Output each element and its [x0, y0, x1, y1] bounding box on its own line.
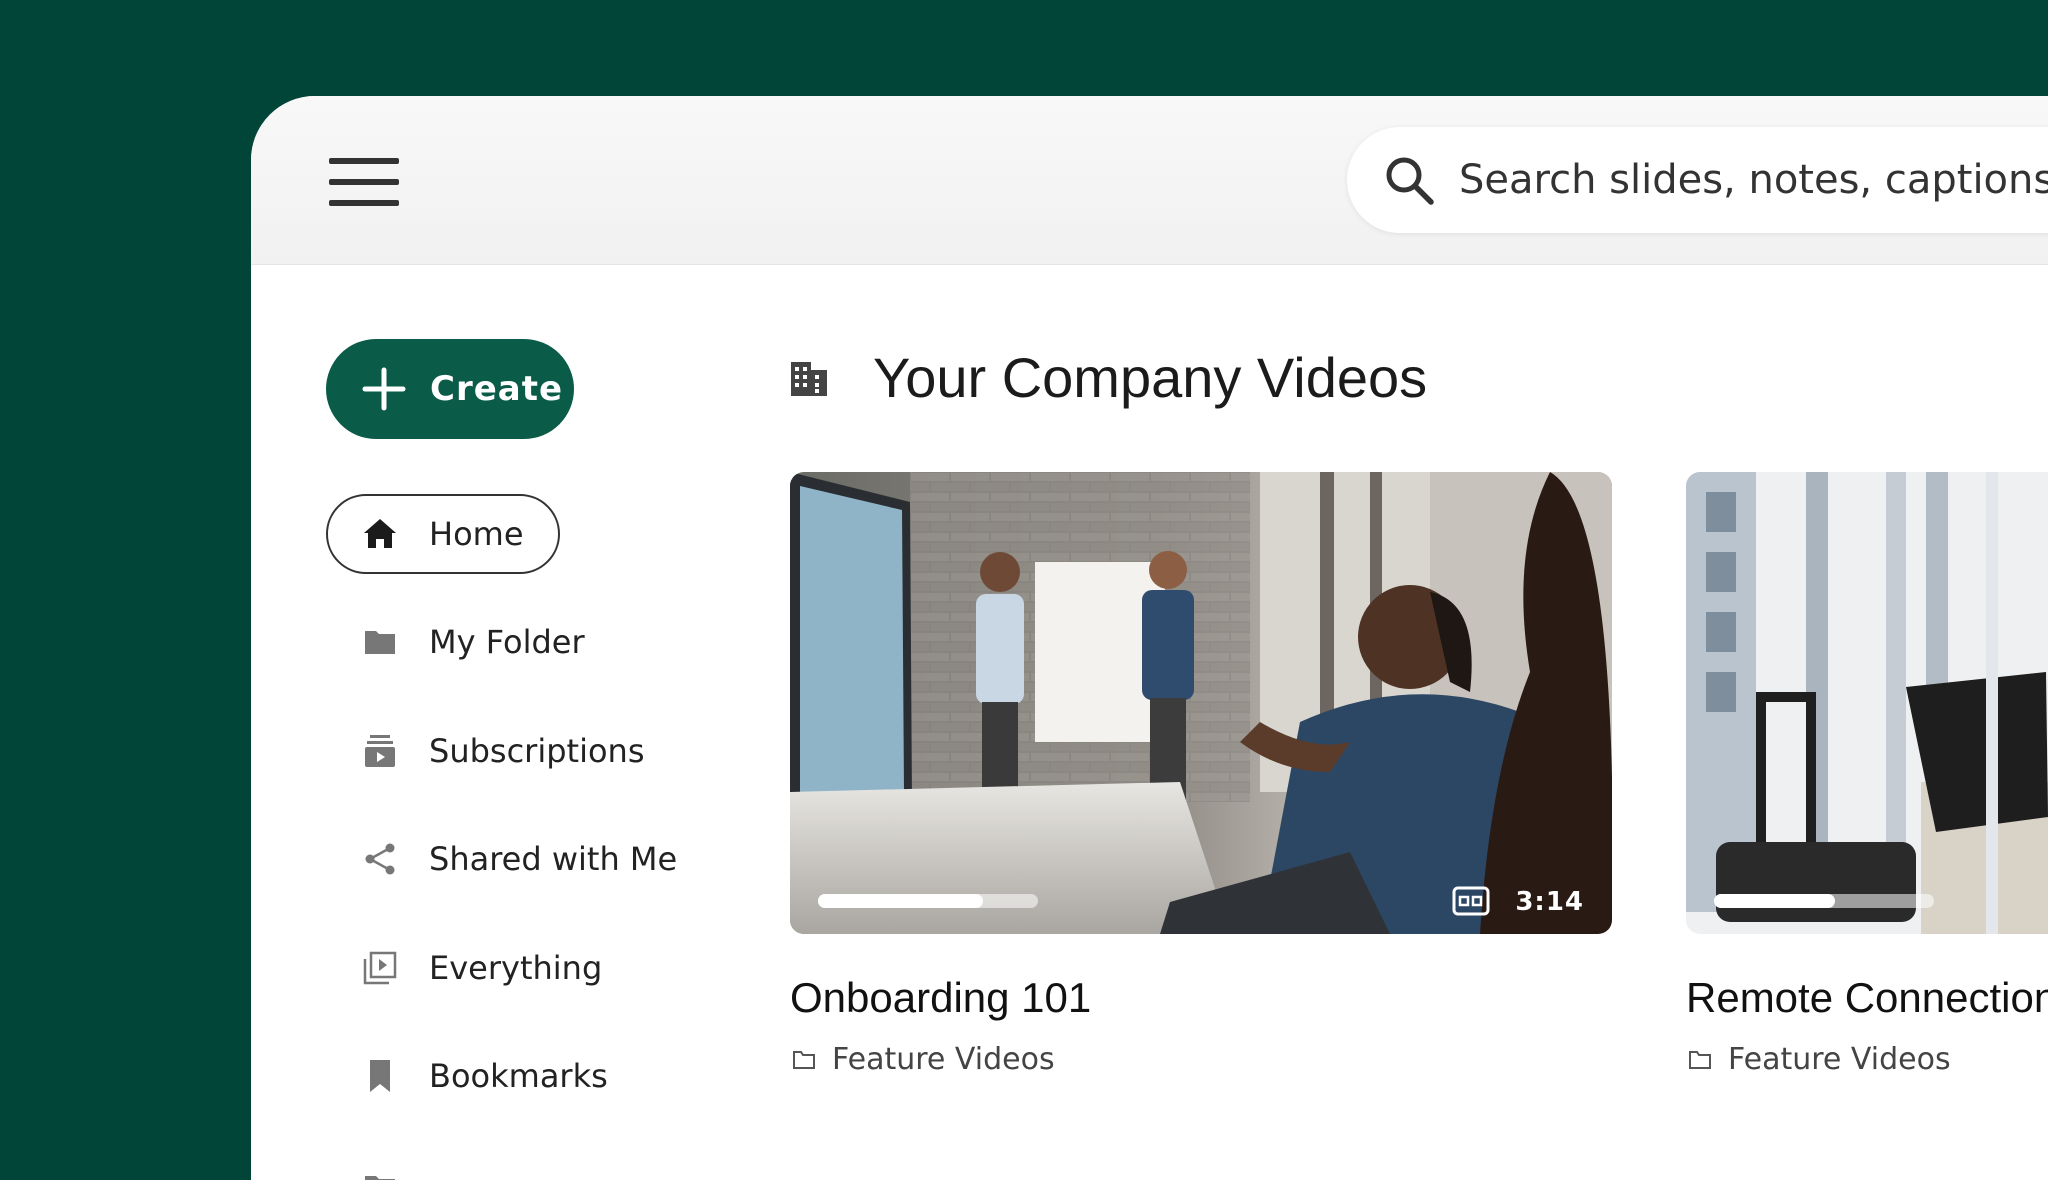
search-input[interactable] [1459, 149, 2048, 211]
share-icon [365, 843, 395, 875]
video-title[interactable]: Remote Connections [1686, 970, 2048, 1026]
video-thumbnail[interactable]: 3:14 [790, 472, 1612, 934]
sidebar-item-label: Shared with Me [429, 840, 678, 878]
section-title: Your Company Videos [873, 346, 1428, 409]
watch-progress-fill [1714, 894, 1835, 908]
top-bar [251, 96, 2048, 265]
search-icon [1386, 157, 1434, 205]
folder-outline-icon [793, 1051, 815, 1069]
video-title[interactable]: Onboarding 101 [790, 970, 1091, 1026]
hamburger-menu-icon[interactable] [329, 158, 399, 206]
watch-progress-bar [818, 894, 1038, 908]
closed-captions-icon [1452, 886, 1490, 916]
folder-label: Feature Videos [1728, 1042, 1951, 1077]
sidebar-item-label: Subscriptions [429, 732, 645, 770]
sidebar-item-bookmarks[interactable]: Bookmarks [326, 1036, 656, 1116]
sidebar-item-label: Bookmarks [429, 1057, 608, 1095]
subscriptions-icon [365, 735, 395, 767]
sidebar-item-partial[interactable] [326, 1144, 656, 1180]
bookmark-icon [370, 1060, 390, 1092]
video-thumbnail[interactable] [1686, 472, 2048, 934]
folder-icon [365, 631, 395, 654]
sidebar-item-label: Everything [429, 949, 603, 987]
folder-outline-icon [1689, 1051, 1711, 1069]
video-card-onboarding[interactable]: 3:14 Onboarding 101 Feature Videos [790, 472, 1612, 1077]
office-meeting-image [790, 472, 1612, 934]
sidebar-item-subscriptions[interactable]: Subscriptions [326, 711, 656, 791]
watch-progress-fill [818, 894, 983, 908]
plus-icon [362, 367, 406, 411]
sidebar-item-label: My Folder [429, 623, 585, 661]
video-card-remote-connections[interactable]: Remote Connections Feature Videos [1686, 472, 2048, 1077]
sidebar-item-everything[interactable]: Everything [326, 928, 656, 1008]
video-duration: 3:14 [1515, 887, 1584, 917]
folder-label: Feature Videos [832, 1042, 1055, 1077]
sidebar-item-shared-with-me[interactable]: Shared with Me [326, 819, 677, 899]
sidebar-item-label: Home [429, 515, 524, 553]
sidebar-item-my-folder[interactable]: My Folder [326, 602, 656, 682]
create-button[interactable]: Create [326, 339, 574, 439]
partial-item-icon [365, 1176, 395, 1180]
home-icon [364, 519, 396, 548]
video-library-icon [363, 951, 397, 985]
watch-progress-bar [1714, 894, 1934, 908]
search-box[interactable] [1347, 127, 2048, 233]
remote-work-image [1686, 472, 2048, 934]
sidebar-item-home[interactable]: Home [326, 494, 560, 574]
app-window: Create Home My Folder Subscriptions [251, 96, 2048, 1180]
company-building-icon [791, 362, 827, 396]
create-label: Create [430, 369, 564, 409]
